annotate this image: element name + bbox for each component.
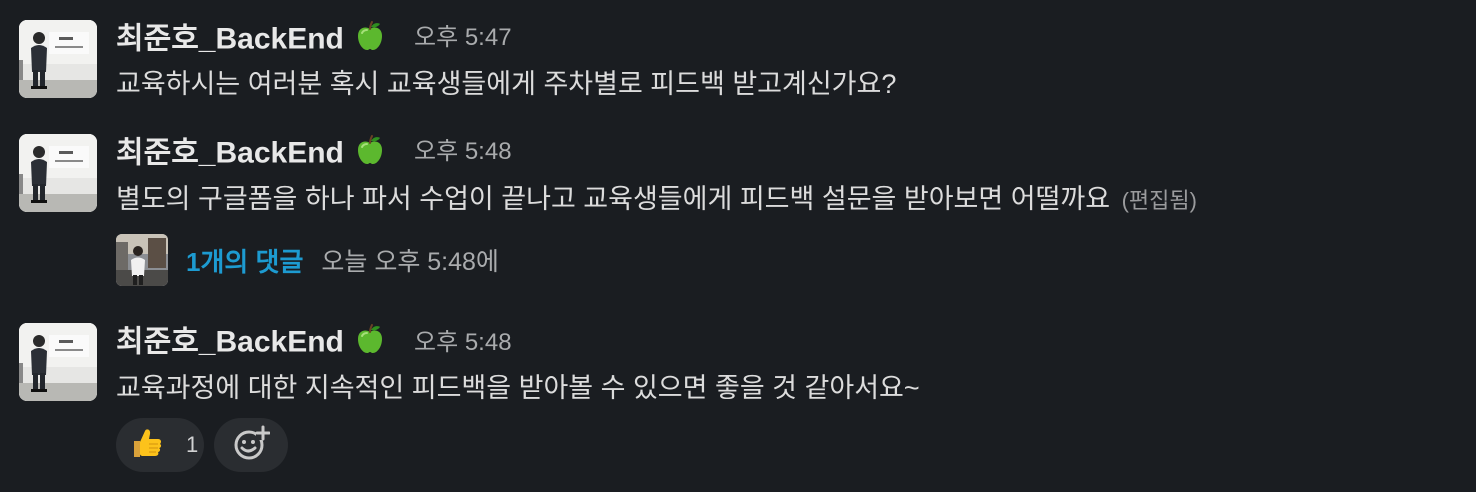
thread-replies-link[interactable]: 1개의 댓글 <box>186 242 303 279</box>
timestamp[interactable]: 오후 5:48 <box>414 325 512 361</box>
message-body: 별도의 구글폼을 하나 파서 수업이 끝나고 교육생들에게 피드백 설문을 받아… <box>116 184 1111 214</box>
message-text: 별도의 구글폼을 하나 파서 수업이 끝나고 교육생들에게 피드백 설문을 받아… <box>116 181 1197 219</box>
avatar[interactable] <box>19 20 97 98</box>
thumbs-up-emoji <box>128 425 164 466</box>
add-reaction-button[interactable] <box>214 418 288 472</box>
author-name[interactable]: 최준호_BackEnd <box>116 20 386 61</box>
green-apple-emoji <box>354 20 386 61</box>
edited-label: (편집됨) <box>1121 188 1197 213</box>
thread-last-reply-time: 오늘 오후 5:48에 <box>321 248 499 276</box>
message-text: 교육과정에 대한 지속적인 피드백을 받아볼 수 있으면 좋을 것 같아서요~ <box>116 373 920 403</box>
green-apple-emoji <box>354 323 386 364</box>
thread-reply-avatar <box>116 234 168 286</box>
avatar[interactable] <box>19 134 97 212</box>
reaction-count: 1 <box>186 432 199 457</box>
author-name-label: 최준호_BackEnd <box>116 136 344 170</box>
author-name-label: 최준호_BackEnd <box>116 325 344 359</box>
add-reaction-icon <box>232 424 271 467</box>
thread-summary[interactable]: 1개의 댓글 오늘 오후 5:48에 <box>116 232 499 288</box>
author-name-label: 최준호_BackEnd <box>116 22 344 56</box>
timestamp[interactable]: 오후 5:47 <box>414 20 512 56</box>
green-apple-emoji <box>354 134 386 175</box>
timestamp[interactable]: 오후 5:48 <box>414 134 512 170</box>
author-name[interactable]: 최준호_BackEnd <box>116 134 386 175</box>
reaction-thumbs-up[interactable]: 1 <box>116 418 204 472</box>
message-text: 교육하시는 여러분 혹시 교육생들에게 주차별로 피드백 받고계신가요? <box>116 69 897 99</box>
avatar[interactable] <box>19 323 97 401</box>
author-name[interactable]: 최준호_BackEnd <box>116 323 386 364</box>
